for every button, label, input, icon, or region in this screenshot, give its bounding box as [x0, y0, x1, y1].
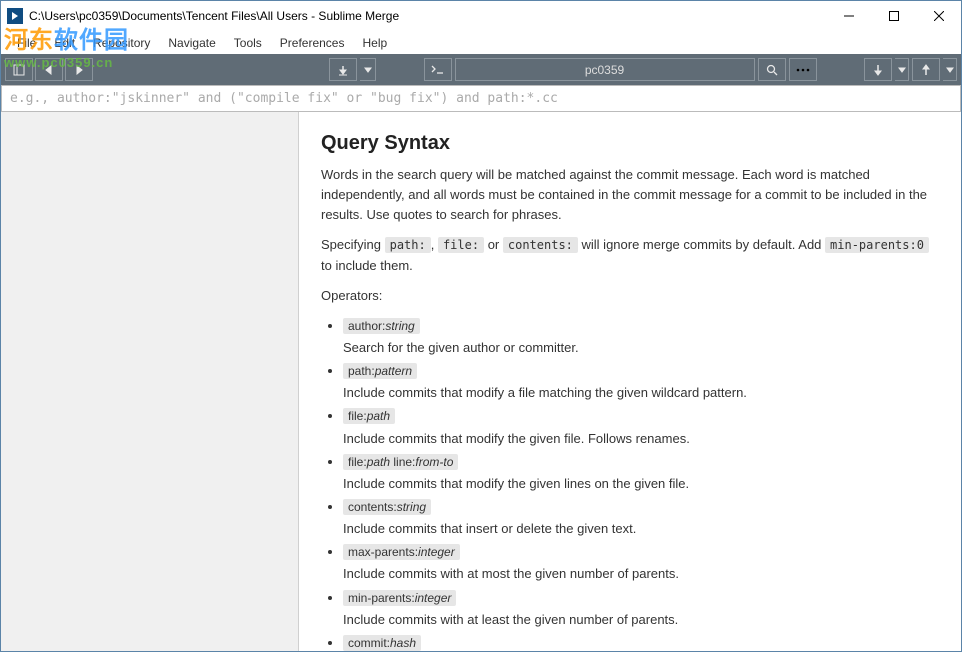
branch-tab[interactable]: pc0359: [455, 58, 755, 81]
menu-bar: File Edit Repository Navigate Tools Pref…: [1, 31, 961, 54]
pull-button[interactable]: [864, 58, 892, 81]
minimize-button[interactable]: [826, 2, 871, 31]
list-item: file:pathInclude commits that modify the…: [343, 406, 939, 448]
list-item: author:stringSearch for the given author…: [343, 316, 939, 358]
list-item: path:patternInclude commits that modify …: [343, 361, 939, 403]
forward-button[interactable]: [65, 58, 93, 81]
help-intro: Words in the search query will be matche…: [321, 165, 939, 225]
operators-label: Operators:: [321, 286, 939, 306]
menu-preferences[interactable]: Preferences: [272, 34, 353, 52]
close-button[interactable]: [916, 2, 961, 31]
terminal-icon[interactable]: [424, 58, 452, 81]
stash-dropdown[interactable]: [360, 58, 376, 81]
list-item: commit:hashInclude commits matching the …: [343, 633, 939, 651]
window-title: C:\Users\pc0359\Documents\Tencent Files\…: [29, 9, 826, 23]
push-button[interactable]: [912, 58, 940, 81]
maximize-button[interactable]: [871, 2, 916, 31]
help-panel: Query Syntax Words in the search query w…: [299, 112, 961, 651]
search-bar: [1, 85, 961, 112]
search-button[interactable]: [758, 58, 786, 81]
help-specifying: Specifying path:, file: or contents: wil…: [321, 235, 939, 275]
operators-list: author:stringSearch for the given author…: [321, 316, 939, 651]
toolbar: pc0359: [1, 54, 961, 85]
list-item: max-parents:integerInclude commits with …: [343, 542, 939, 584]
push-dropdown[interactable]: [943, 58, 957, 81]
locations-button[interactable]: [5, 58, 33, 81]
menu-file[interactable]: File: [9, 34, 44, 52]
menu-help[interactable]: Help: [354, 34, 395, 52]
menu-navigate[interactable]: Navigate: [160, 34, 223, 52]
app-icon: [7, 8, 23, 24]
list-item: file:path line:from-toInclude commits th…: [343, 452, 939, 494]
menu-edit[interactable]: Edit: [46, 34, 83, 52]
sidebar: [1, 112, 299, 651]
search-input[interactable]: [2, 91, 960, 106]
list-item: min-parents:integerInclude commits with …: [343, 588, 939, 630]
stash-button[interactable]: [329, 58, 357, 81]
help-heading: Query Syntax: [321, 128, 939, 159]
pull-dropdown[interactable]: [895, 58, 909, 81]
menu-tools[interactable]: Tools: [226, 34, 270, 52]
back-button[interactable]: [35, 58, 63, 81]
menu-repository[interactable]: Repository: [85, 34, 158, 52]
list-item: contents:stringInclude commits that inse…: [343, 497, 939, 539]
title-bar: C:\Users\pc0359\Documents\Tencent Files\…: [1, 1, 961, 31]
more-button[interactable]: [789, 58, 817, 81]
